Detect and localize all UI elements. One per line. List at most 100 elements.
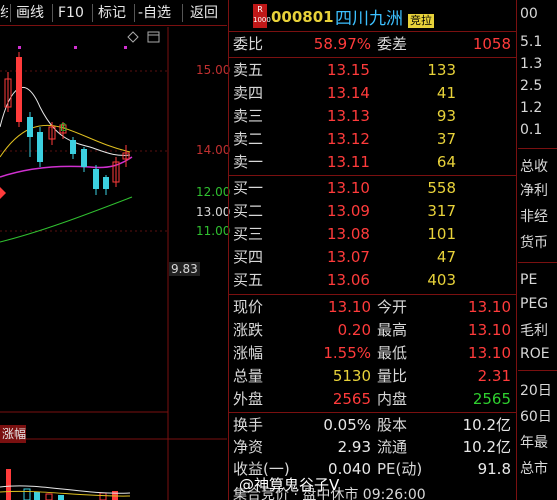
order-row: 买一 13.10 558 <box>229 177 516 200</box>
order-price: 13.09 <box>327 202 370 220</box>
fundamental-value: 0.040 <box>328 460 371 478</box>
quote-panel: R 1000 000801 四川九洲 竞拉 委比 58.97% 委差 1058 … <box>228 0 517 500</box>
signal-dot <box>124 46 127 49</box>
stat-label: 内盘 <box>377 390 408 408</box>
side-item: 非经 <box>520 209 548 225</box>
stat-label: 外盘 <box>233 390 264 408</box>
order-row: 卖三 13.13 93 <box>229 105 516 128</box>
order-row: 买三 13.08 101 <box>229 223 516 246</box>
side-item: ROE <box>520 346 550 362</box>
side-item: 20日 <box>520 383 552 399</box>
ratio-label: 委比 <box>233 35 264 53</box>
order-price: 13.11 <box>327 153 370 171</box>
side-item: 1.2 <box>520 100 543 116</box>
current-low-tick: 9.83 <box>169 262 200 276</box>
fundamental-value: 0.05% <box>323 416 371 434</box>
side-item: PEG <box>520 296 549 312</box>
arrow-marker-icon <box>0 187 6 199</box>
kline-chart[interactable]: ß 15.00 14.00 13.00 12.00 11.00 9.83 涨幅 <box>0 27 231 500</box>
diff-value: 1058 <box>472 35 511 53</box>
fundamental-value: 10.2亿 <box>462 416 511 434</box>
side-item: 00 <box>520 6 538 22</box>
order-row: 买二 13.09 317 <box>229 200 516 223</box>
side-divider <box>518 148 557 149</box>
stat-label: 最低 <box>377 344 408 362</box>
order-price: 13.13 <box>327 107 370 125</box>
order-volume: 403 <box>427 271 456 289</box>
stat-value: 0.20 <box>337 321 371 339</box>
ma20-line <box>0 156 133 178</box>
stock-name: 四川九洲 <box>335 9 403 29</box>
diamond-icon <box>127 31 139 43</box>
fundamental-value: 91.8 <box>477 460 511 478</box>
order-label: 卖二 <box>233 130 264 148</box>
order-volume: 64 <box>436 153 456 171</box>
back-button[interactable]: 返回 <box>190 3 218 23</box>
side-divider <box>518 370 557 371</box>
side-item: 总收 <box>520 159 548 175</box>
toolbar-divider <box>134 4 135 22</box>
order-price: 13.06 <box>327 271 370 289</box>
side-item: 毛利 <box>520 323 548 339</box>
stat-row: 现价 13.10 今开 13.10 <box>229 296 516 319</box>
side-item: 总市 <box>520 461 548 477</box>
f10-button[interactable]: F10 <box>58 3 84 23</box>
toolbar-divider <box>52 4 53 22</box>
stat-value: 1.55% <box>323 344 371 362</box>
indicator-tab[interactable]: 涨幅 <box>0 425 26 443</box>
fundamental-label: 净资 <box>233 438 264 456</box>
volume-ma2-line <box>0 490 131 497</box>
stat-row: 涨跌 0.20 最高 13.10 <box>229 319 516 342</box>
price-tick: 11.00 <box>196 224 231 238</box>
order-volume: 37 <box>436 130 456 148</box>
stat-value: 13.10 <box>468 321 511 339</box>
order-volume: 47 <box>436 248 456 266</box>
order-volume: 133 <box>427 61 456 79</box>
fundamental-label: 股本 <box>377 416 408 434</box>
stat-row: 外盘 2565 内盘 2565 <box>229 388 516 411</box>
stat-label: 涨跌 <box>233 321 264 339</box>
order-label: 买二 <box>233 202 264 220</box>
order-label: 买三 <box>233 225 264 243</box>
stat-value: 13.10 <box>468 344 511 362</box>
side-item: 净利 <box>520 183 548 199</box>
order-volume: 558 <box>427 179 456 197</box>
chart-toolbar: 线 画线 F10 标记 -自选 返回 <box>0 0 227 26</box>
side-info-panel: 00 5.1 1.3 2.5 1.2 0.1 总收 净利 非经 货币 PE PEG 毛利 ROE 20日 60… <box>518 0 557 500</box>
signal-dot <box>74 46 77 49</box>
fundamental-row: 换手 0.05% 股本 10.2亿 <box>229 414 516 437</box>
order-price: 13.12 <box>327 130 370 148</box>
side-item: PE <box>520 272 538 288</box>
fundamental-label: 换手 <box>233 416 264 434</box>
order-row: 卖五 13.15 133 <box>229 59 516 82</box>
toolbar-partial-label: 线 <box>0 5 8 21</box>
fundamental-row: 收益(一) 0.040 PE(动) 91.8 <box>229 458 516 481</box>
stat-value: 13.10 <box>468 298 511 316</box>
order-volume: 101 <box>427 225 456 243</box>
side-item: 2.5 <box>520 78 543 94</box>
order-label: 卖一 <box>233 153 264 171</box>
fundamental-label: PE(动) <box>377 460 423 478</box>
market-badge: R 1000 <box>253 4 271 28</box>
order-price: 13.15 <box>327 61 370 79</box>
order-volume: 93 <box>436 107 456 125</box>
stat-value: 2565 <box>332 390 371 408</box>
stat-value: 13.10 <box>328 298 371 316</box>
stock-code: 000801 <box>271 8 334 26</box>
trend-marker-icon: ß <box>60 121 67 134</box>
draw-line-button[interactable]: 画线 <box>16 3 44 23</box>
fundamental-value: 10.2亿 <box>462 438 511 456</box>
order-price: 13.08 <box>327 225 370 243</box>
toolbar-divider <box>10 4 11 22</box>
fundamental-row: 净资 2.93 流通 10.2亿 <box>229 436 516 459</box>
stat-label: 量比 <box>377 367 408 385</box>
price-tick: 14.00 <box>196 143 231 157</box>
stat-value: 2.31 <box>477 367 511 385</box>
mark-button[interactable]: 标记 <box>98 3 126 23</box>
order-row: 买四 13.07 47 <box>229 246 516 269</box>
order-row: 卖二 13.12 37 <box>229 128 516 151</box>
watchlist-button[interactable]: -自选 <box>138 3 171 23</box>
stat-row: 总量 5130 量比 2.31 <box>229 365 516 388</box>
price-tick: 12.00 <box>196 185 231 199</box>
order-volume: 317 <box>427 202 456 220</box>
